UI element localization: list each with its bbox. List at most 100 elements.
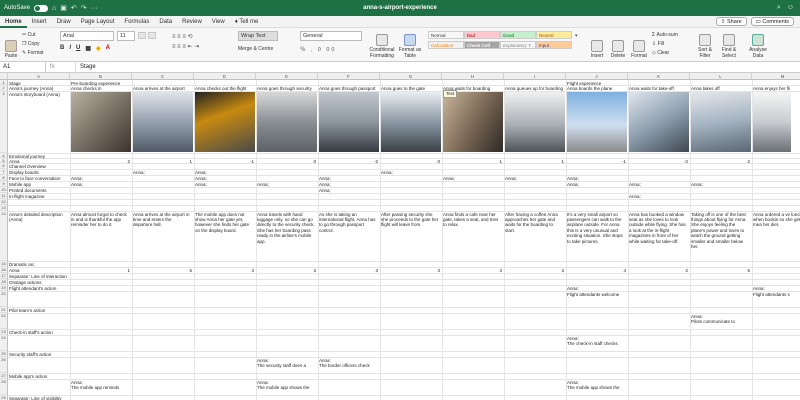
column-header-a[interactable]: A — [8, 73, 70, 80]
arc-value[interactable]: 3 — [257, 268, 316, 274]
action-text[interactable]: Flight attendants welcome the — [567, 292, 626, 298]
comments-button[interactable]: ▭ Comments — [750, 17, 794, 26]
wrap-text-button[interactable]: Wrap Text — [238, 31, 278, 41]
copy-button[interactable]: ❐ Copy — [22, 40, 43, 49]
tab-data[interactable]: Data — [154, 16, 177, 28]
description-text[interactable]: The mobile app does not show Anna her ga… — [195, 212, 254, 262]
column-header-l[interactable]: L — [690, 73, 752, 80]
emotion-value[interactable]: -2 — [319, 159, 378, 164]
channel-mark[interactable]: Anna; — [443, 176, 502, 182]
channel-mark[interactable]: Anna; — [505, 176, 564, 182]
column-header-k[interactable]: K — [628, 73, 690, 80]
description-text[interactable]: Anna has booked a window seat as she lov… — [629, 212, 688, 262]
arc-value[interactable]: 1 — [71, 268, 130, 274]
cell-pilot-action[interactable]: Pilot team's action — [9, 308, 68, 314]
tab-draw[interactable]: Draw — [52, 16, 76, 28]
action-text[interactable]: Pilots communicate to — [691, 319, 750, 325]
style-calculation[interactable]: Calculation — [428, 41, 464, 49]
more-icon[interactable]: ··· — [91, 5, 98, 12]
cell-mobile-app-action[interactable]: Mobile app's action — [9, 374, 68, 380]
column-header-h[interactable]: H — [442, 73, 504, 80]
account-icon[interactable]: ☺ — [787, 4, 794, 12]
analyse-data-button[interactable]: Analyse Data — [746, 31, 770, 59]
action-text[interactable]: The mobile app shows the — [257, 385, 316, 391]
font-color-icon[interactable]: A — [106, 45, 110, 52]
column-header-g[interactable]: G — [380, 73, 442, 80]
emotion-value[interactable]: 1 — [505, 159, 564, 164]
share-button[interactable]: ⇪ Share — [715, 17, 747, 26]
fill-color-icon[interactable]: ◆ — [96, 45, 101, 52]
cell-checkin-action[interactable]: Check-in staff's action — [9, 330, 68, 336]
action-text[interactable]: The border officers check — [319, 363, 378, 369]
action-text[interactable]: The mobile app shows the — [567, 385, 626, 391]
delete-cells-button[interactable]: Delete — [608, 31, 628, 59]
action-text[interactable]: The security staff does a — [257, 363, 316, 369]
description-text[interactable]: After having a coffee Anna approaches he… — [505, 212, 564, 262]
row-header[interactable]: 29 — [0, 395, 8, 400]
row-header[interactable]: 14 — [0, 211, 8, 261]
emotion-value[interactable]: 0 — [381, 159, 440, 164]
fill-button[interactable]: ⇩ Fill — [652, 40, 678, 49]
description-text[interactable]: Taking off is one of the best things abo… — [691, 212, 750, 262]
align-left-icons[interactable]: ≡ ≡ ≡ ⇤ ⇥ — [172, 42, 199, 52]
description-text[interactable]: Anna arrives at the airport in time and … — [133, 212, 192, 262]
channel-mark[interactable]: Anna; — [133, 170, 192, 176]
autosum-button[interactable]: Σ Auto-sum — [652, 31, 678, 40]
action-text[interactable]: The check-in staff checks — [567, 341, 626, 347]
format-cells-button[interactable]: Format — [630, 31, 648, 59]
clear-button[interactable]: ◇ Clear — [652, 49, 678, 58]
style-input[interactable]: Input — [536, 41, 572, 49]
cell-security-action[interactable]: Security staff's action — [9, 352, 68, 358]
tab-insert[interactable]: Insert — [27, 16, 52, 28]
channel-mark[interactable]: Anna; — [71, 182, 130, 188]
style-bad[interactable]: Bad — [464, 31, 500, 39]
emotion-value[interactable]: 2 — [691, 159, 750, 164]
cell-storyboard-label[interactable]: Anna's storyboard (Anna) — [9, 92, 68, 154]
channel-mark[interactable]: Anna; — [691, 182, 750, 188]
increase-font-icon[interactable] — [138, 32, 146, 39]
row-header[interactable]: 26 — [0, 357, 8, 373]
font-name-select[interactable]: Arial — [60, 31, 114, 41]
align-top-icons[interactable]: ≡ ≡ ≡ ⟲ — [172, 32, 199, 42]
arc-value[interactable]: 3 — [319, 268, 378, 274]
emotion-value[interactable]: 2 — [71, 159, 130, 164]
format-painter-button[interactable]: ✎ Format — [22, 49, 43, 58]
row-header[interactable]: 24 — [0, 335, 8, 351]
name-box[interactable]: A1 — [0, 61, 46, 73]
channel-mark[interactable]: Anna; — [381, 170, 440, 176]
search-icon[interactable]: ⌕ — [777, 4, 781, 12]
number-format-icons[interactable]: ％ ‚ 0 00 — [300, 45, 336, 53]
emotion-value[interactable]: 1 — [133, 159, 192, 164]
column-header-b[interactable]: B — [70, 73, 132, 80]
select-all-corner[interactable] — [0, 73, 8, 80]
column-header-f[interactable]: F — [318, 73, 380, 80]
emotion-value[interactable]: -1 — [567, 159, 626, 164]
cut-button[interactable]: ✂ Cut — [22, 31, 43, 40]
home-icon[interactable]: ⌂ — [52, 5, 56, 12]
description-text[interactable]: It's a very small airport so passengers … — [567, 212, 626, 262]
tell-me[interactable]: ♦ Tell me — [230, 16, 264, 28]
formula-input[interactable]: Stage — [76, 64, 96, 70]
italic-icon[interactable]: I — [69, 45, 71, 52]
autosave-toggle[interactable] — [34, 4, 49, 12]
merge-centre-button[interactable]: Merge & Centre — [238, 46, 273, 52]
spreadsheet-grid[interactable]: A B C D E F G H I J K L M 1 2 3 4 5 6 7 8 9 10 11 12 13 14 15 16 17 18… — [0, 73, 800, 400]
arc-value[interactable]: 3 — [381, 268, 440, 274]
save-icon[interactable]: ▣ — [60, 4, 67, 12]
conditional-formatting-button[interactable]: Conditional Formatting — [368, 31, 396, 59]
bold-icon[interactable]: B — [60, 45, 64, 52]
arc-value[interactable]: 2 — [629, 268, 688, 274]
row-header[interactable]: 20 — [0, 291, 8, 307]
insert-cells-button[interactable]: Insert — [588, 31, 606, 59]
cell-detailed-description-label[interactable]: Anna's detailed description (Anna) — [9, 212, 68, 226]
style-normal[interactable]: Normal — [428, 31, 464, 39]
column-header-c[interactable]: C — [132, 73, 194, 80]
channel-mark[interactable]: Anna; — [195, 182, 254, 188]
row-header[interactable]: 28 — [0, 379, 8, 395]
description-text[interactable]: Anna finds a cafe near her gate, takes a… — [443, 212, 502, 262]
action-text[interactable]: Flight attendants s — [753, 292, 800, 298]
emotion-value[interactable]: -1 — [195, 159, 254, 164]
row-header[interactable]: 22 — [0, 313, 8, 329]
format-as-table-button[interactable]: Format as Table — [398, 31, 422, 59]
description-text[interactable]: After passing security she she proceeds … — [381, 212, 440, 262]
